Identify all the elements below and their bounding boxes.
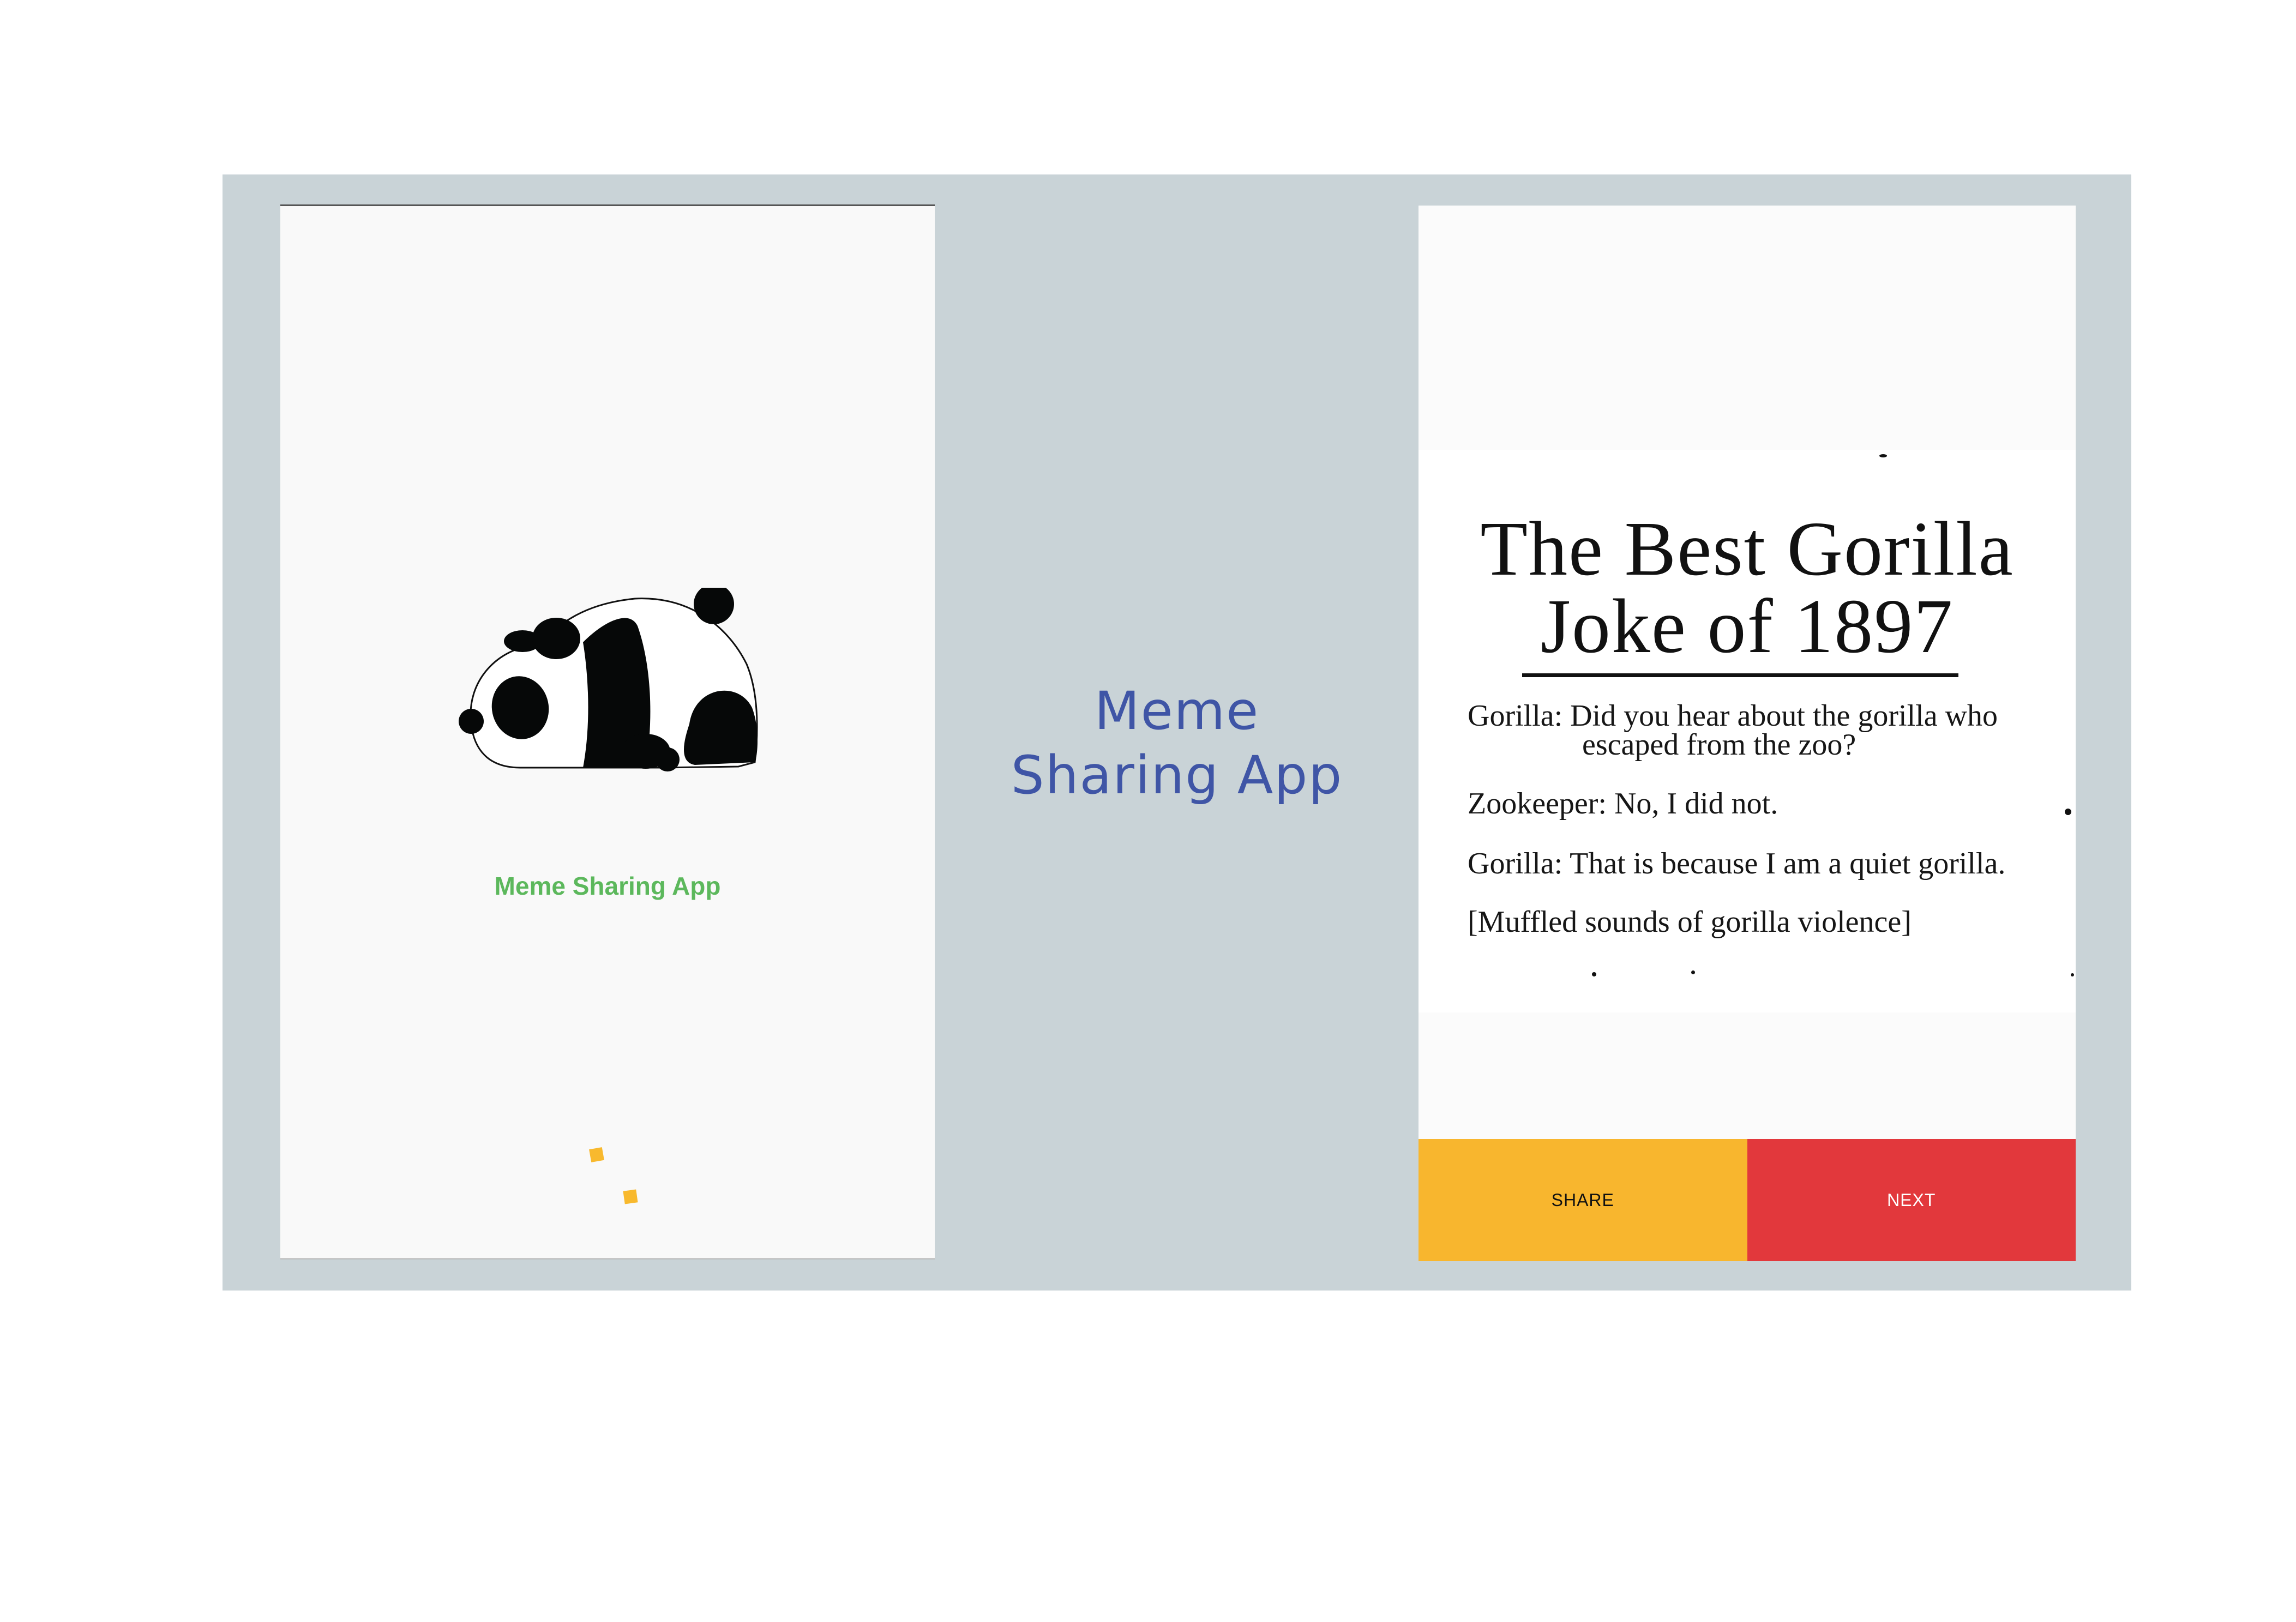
scan-speck: [2071, 973, 2074, 976]
loading-indicator-dot: [589, 1147, 604, 1162]
splash-app-title: Meme Sharing App: [494, 872, 721, 900]
share-button[interactable]: SHARE: [1419, 1139, 1747, 1261]
headline-underline: [1522, 673, 1958, 677]
next-button[interactable]: NEXT: [1747, 1139, 2076, 1261]
meme-headline-line-2: Joke of 1897: [1540, 583, 1954, 669]
splash-screen: Meme Sharing App: [280, 204, 935, 1259]
page: Meme Sharing App Meme Sharing App The Be…: [0, 0, 2296, 1622]
scan-speck: [1879, 454, 1887, 457]
action-bar: SHARE NEXT: [1419, 1139, 2076, 1261]
caption-line-2: Sharing App: [1011, 745, 1343, 806]
loading-indicator-dot: [623, 1189, 638, 1204]
meme-text-line: escaped from the zoo?: [1582, 728, 1856, 762]
scan-speck: [2065, 809, 2071, 815]
meme-text-line: [Muffled sounds of gorilla violence]: [1468, 905, 1912, 939]
showcase-panel: Meme Sharing App Meme Sharing App The Be…: [223, 174, 2131, 1291]
panda-logo-icon: [459, 588, 758, 771]
scan-speck: [1691, 970, 1695, 974]
meme-image: The Best Gorilla Joke of 1897 Gorilla: D…: [1419, 450, 2076, 1012]
showcase-caption: Meme Sharing App: [953, 679, 1401, 807]
meme-screen: The Best Gorilla Joke of 1897 Gorilla: D…: [1419, 206, 2076, 1261]
caption-line-1: Meme: [1094, 680, 1260, 741]
meme-headline: The Best Gorilla Joke of 1897: [1419, 510, 2076, 665]
meme-text-line: Gorilla: Did you hear about the gorilla …: [1468, 699, 1998, 733]
meme-text-line: Zookeeper: No, I did not.: [1468, 787, 1778, 821]
meme-headline-line-1: The Best Gorilla: [1480, 505, 2014, 592]
scan-speck: [1592, 972, 1596, 976]
meme-text-line: Gorilla: That is because I am a quiet go…: [1468, 847, 2006, 881]
